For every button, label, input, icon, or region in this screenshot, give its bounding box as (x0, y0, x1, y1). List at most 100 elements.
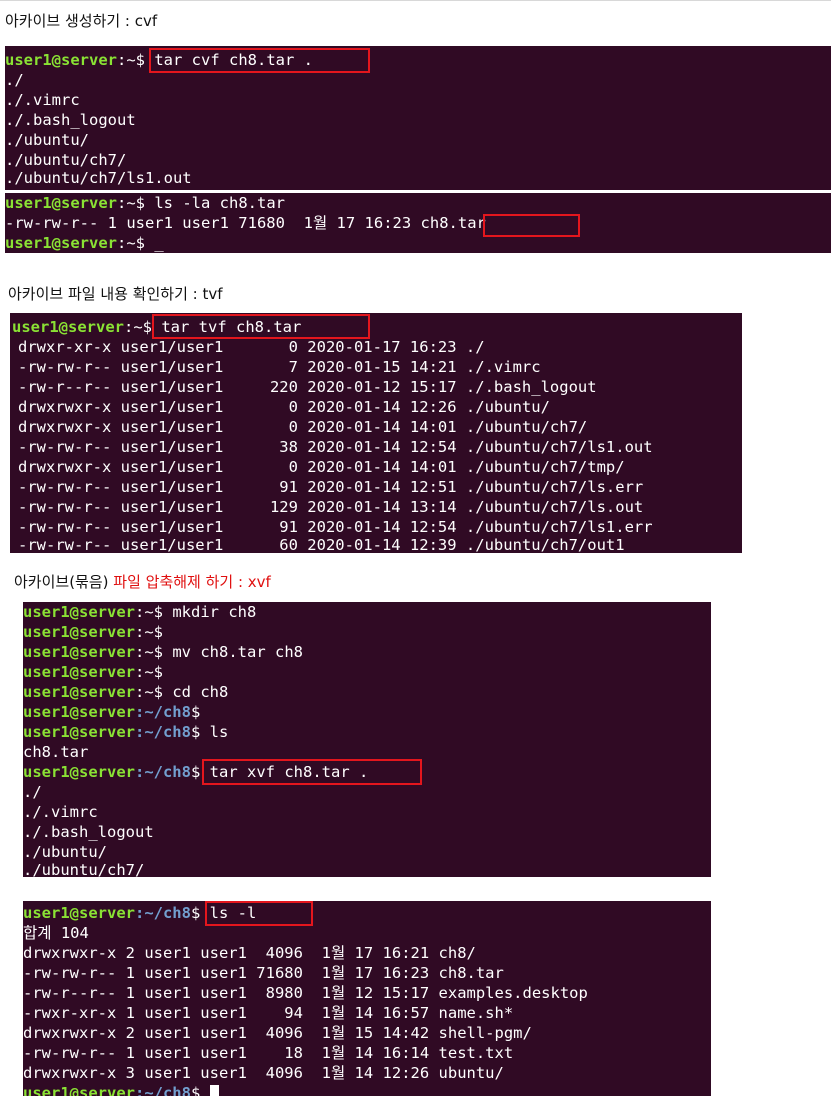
prompt-path: :~ (134, 643, 154, 661)
highlight-box (202, 759, 422, 785)
prompt-dollar: $ (153, 663, 163, 681)
heading-list-archive: 아카이브 파일 내용 확인하기 : tvf (8, 285, 223, 303)
highlight-box (149, 48, 370, 73)
archive-entry: -rw-r--r-- user1/user1 220 2020-01-12 15… (18, 378, 597, 396)
prompt-path: :~ (116, 234, 136, 252)
archive-entry: -rw-rw-r-- user1/user1 7 2020-01-15 14:2… (18, 358, 541, 376)
prompt-dollar: $ (153, 643, 163, 661)
prompt-dollar: $ (191, 904, 201, 922)
command-text: cd ch8 (163, 683, 229, 701)
prompt-user: user1@server (12, 318, 124, 336)
output-line: ./ubuntu/ (23, 843, 107, 861)
file-entry: -rw-r--r-- 1 user1 user1 8980 1월 12 15:1… (23, 984, 588, 1002)
prompt-dollar: $ (153, 623, 163, 641)
terminal-cursor (209, 1085, 219, 1096)
prompt-line: user1@server:~/ch8$ (23, 1083, 219, 1096)
prompt-user: user1@server (5, 194, 117, 212)
prompt-path: :~ (123, 318, 143, 336)
archive-entry: -rw-rw-r-- user1/user1 91 2020-01-14 12:… (18, 478, 644, 496)
prompt-line: user1@server:~$ cd ch8 (23, 682, 228, 702)
command-text: mv ch8.tar ch8 (163, 643, 303, 661)
total-line: 합계 104 (23, 924, 89, 942)
prompt-dollar: $ (135, 51, 145, 69)
highlight-box (205, 901, 313, 926)
heading-extract-archive: 아카이브(묶음) 파일 압축해제 하기 : xvf (14, 571, 271, 592)
prompt-line: user1@server:~$ ls -la ch8.tar (5, 193, 285, 213)
prompt-path: :~ (134, 683, 154, 701)
prompt-path-tail: 8 (181, 904, 191, 922)
prompt-user: user1@server (23, 1084, 135, 1096)
prompt-line: user1@server:~$ _ (5, 233, 164, 253)
prompt-line: user1@server:~/ch8$ ls (23, 722, 228, 742)
prompt-user: user1@server (5, 51, 117, 69)
prompt-user: user1@server (23, 603, 135, 621)
terminal-list-archive[interactable]: user1@server:~$ tar tvf ch8.tar drwxr-xr… (10, 313, 742, 553)
prompt-dollar: $ (142, 318, 152, 336)
highlight-box (483, 214, 580, 237)
prompt-path: :~/ch8 (134, 703, 191, 721)
file-info: -rw-rw-r-- 1 user1 user1 71680 1월 17 16:… (5, 214, 421, 232)
prompt-line: user1@server:~$ mkdir ch8 (23, 602, 256, 622)
output-line: ./.vimrc (23, 803, 98, 821)
prompt-user: user1@server (23, 703, 135, 721)
highlight-box (152, 314, 370, 339)
prompt-line: user1@server:~$ mv ch8.tar ch8 (23, 642, 303, 662)
prompt-user: user1@server (23, 763, 135, 781)
output-line: ./.bash_logout (5, 111, 136, 129)
prompt-dollar: $ (190, 723, 201, 741)
prompt-path: :~/ch8 (134, 723, 191, 741)
output-line: -rw-rw-r-- 1 user1 user1 71680 1월 17 16:… (5, 213, 486, 233)
terminal-extract-archive[interactable]: user1@server:~$ mkdir ch8 user1@server:~… (23, 602, 711, 877)
archive-entry: -rw-rw-r-- user1/user1 38 2020-01-14 12:… (18, 438, 653, 456)
file-entry: -rw-rw-r-- 1 user1 user1 18 1월 14 16:14 … (23, 1044, 514, 1062)
prompt-path: :~/ch8 (134, 1084, 191, 1096)
prompt-path: :~/ch (134, 904, 182, 922)
file-entry: drwxrwxr-x 2 user1 user1 4096 1월 15 14:4… (23, 1024, 532, 1042)
prompt-user: user1@server (23, 683, 135, 701)
prompt-dollar: $ (190, 703, 201, 721)
file-entry: -rw-rw-r-- 1 user1 user1 71680 1월 17 16:… (23, 964, 504, 982)
archive-entry: drwxr-xr-x user1/user1 0 2020-01-17 16:2… (18, 338, 485, 356)
terminal-ls-l[interactable]: user1@server:~/ch8$ ls -l 합계 104 drwxrwx… (23, 901, 711, 1096)
prompt-path: :~ (116, 194, 136, 212)
output-line: ./ (23, 783, 42, 801)
prompt-path: :~ (116, 51, 136, 69)
archive-entry: drwxrwxr-x user1/user1 0 2020-01-14 14:0… (18, 458, 625, 476)
prompt-path: :~ (134, 603, 154, 621)
archive-entry: drwxrwxr-x user1/user1 0 2020-01-14 14:0… (18, 418, 588, 436)
prompt-line: user1@server:~/ch8$ (23, 702, 200, 722)
prompt-user: user1@server (23, 623, 135, 641)
prompt-path: :~ (134, 663, 154, 681)
output-line: ./.bash_logout (23, 823, 154, 841)
prompt-path: :~/ch (134, 763, 182, 781)
file-entry: drwxrwxr-x 3 user1 user1 4096 1월 14 12:2… (23, 1064, 504, 1082)
prompt-dollar: $ (153, 683, 163, 701)
output-line: ch8.tar (23, 743, 89, 761)
prompt-dollar: $ (191, 763, 201, 781)
prompt-user: user1@server (23, 723, 135, 741)
prompt-user: user1@server (23, 904, 135, 922)
cursor-underscore: _ (145, 234, 164, 252)
output-line: ./.vimrc (5, 91, 80, 109)
output-line: ./ubuntu/ch7/ls1.out (5, 169, 192, 187)
command-text: mkdir ch8 (163, 603, 257, 621)
output-line: ./ (5, 71, 24, 89)
archive-entry: -rw-rw-r-- user1/user1 91 2020-01-14 12:… (18, 518, 653, 536)
prompt-line: user1@server:~$ (23, 662, 163, 682)
prompt-dollar: $ (153, 603, 163, 621)
command-text: ls -la ch8.tar (145, 194, 285, 212)
output-line: ./ubuntu/ (5, 131, 89, 149)
output-line: ./ubuntu/ch7/ (5, 151, 127, 169)
prompt-user: user1@server (23, 643, 135, 661)
archive-entry: -rw-rw-r-- user1/user1 129 2020-01-14 13… (18, 498, 644, 516)
archive-entry: drwxrwxr-x user1/user1 0 2020-01-14 12:2… (18, 398, 550, 416)
file-entry: drwxrwxr-x 2 user1 user1 4096 1월 17 16:2… (23, 944, 476, 962)
command-text: ls (200, 723, 229, 741)
terminal-create-archive[interactable]: user1@server:~$ tar cvf ch8.tar . ./ ./.… (5, 46, 831, 190)
prompt-line: user1@server:~$ (23, 622, 163, 642)
heading-extract-prefix: 아카이브(묶음) (14, 573, 114, 591)
prompt-path: :~ (134, 623, 154, 641)
terminal-ls-la[interactable]: user1@server:~$ ls -la ch8.tar -rw-rw-r-… (5, 193, 831, 253)
prompt-dollar: $ (190, 1084, 201, 1096)
output-line: ./ubuntu/ch7/ (23, 861, 145, 877)
